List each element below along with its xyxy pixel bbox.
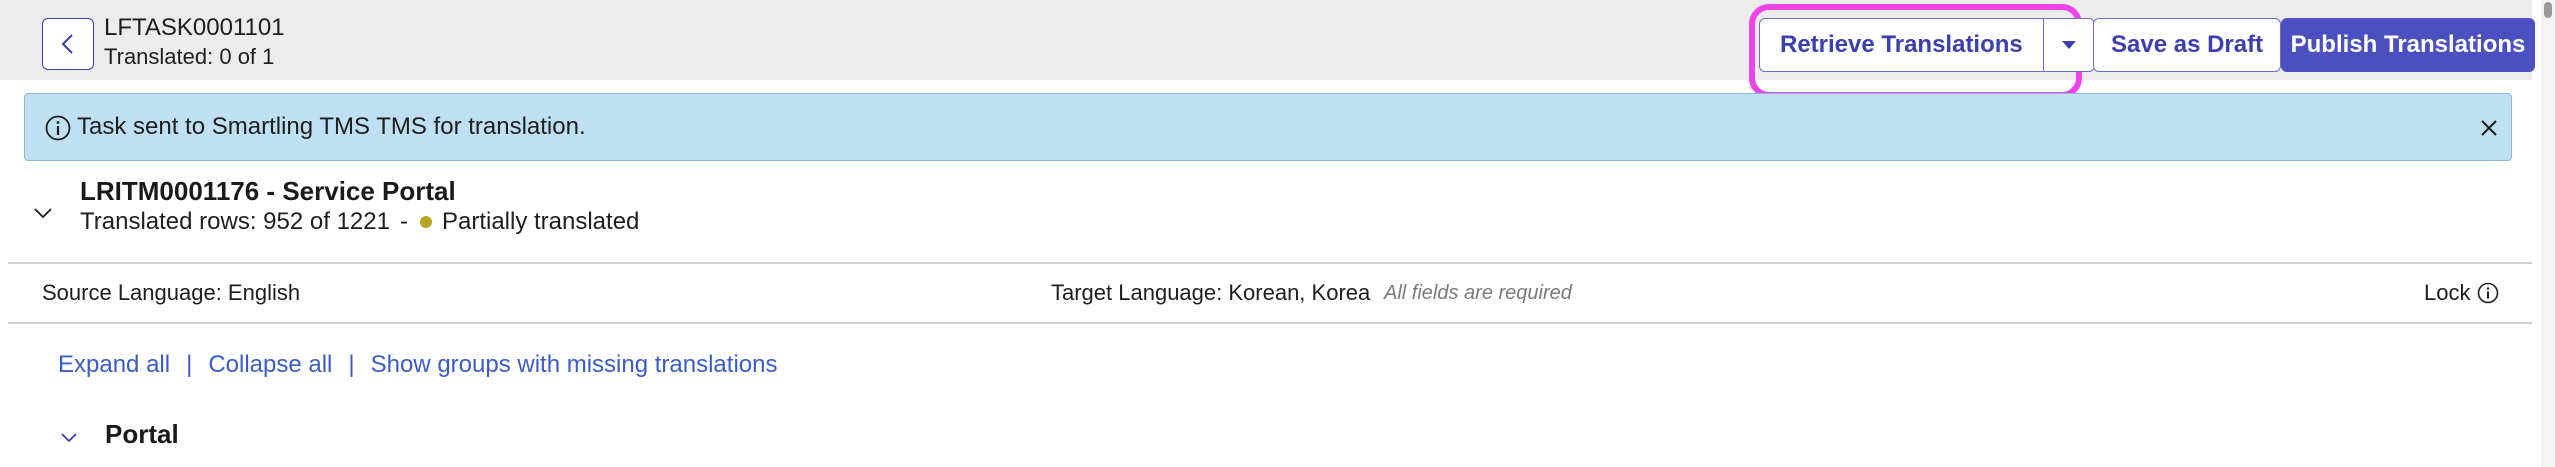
banner-message: Task sent to Smartling TMS TMS for trans… <box>77 113 586 140</box>
required-note: All fields are required <box>1384 282 1572 304</box>
expand-all-link[interactable]: Expand all <box>58 351 170 379</box>
scrollbar-thumb[interactable] <box>2544 2 2552 18</box>
item-rows-count: Translated rows: 952 of 1221 <box>80 208 390 235</box>
back-button[interactable] <box>42 18 94 70</box>
item-status-text: Partially translated <box>441 208 640 235</box>
chevron-left-icon <box>61 34 73 54</box>
info-icon[interactable] <box>2476 281 2500 305</box>
retrieve-translations-button[interactable]: Retrieve Translations <box>1760 19 2044 71</box>
summary-separator: - <box>399 208 408 235</box>
retrieve-options-dropdown[interactable] <box>2044 19 2094 71</box>
chevron-down-icon[interactable] <box>56 424 82 450</box>
scrollbar[interactable] <box>2541 0 2555 467</box>
publish-translations-button[interactable]: Publish Translations <box>2281 18 2535 72</box>
link-separator: | <box>348 351 355 378</box>
info-banner: Task sent to Smartling TMS TMS for trans… <box>24 93 2512 161</box>
source-language: Source Language: English <box>42 280 301 305</box>
save-as-draft-button[interactable]: Save as Draft <box>2093 18 2282 72</box>
chevron-down-icon[interactable] <box>30 200 56 226</box>
retrieve-button-group: Retrieve Translations <box>1759 18 2095 72</box>
group-title-portal: Portal <box>105 419 179 449</box>
lock-control[interactable]: Lock <box>2424 280 2500 306</box>
target-language: Target Language: Korean, Korea <box>1051 280 1371 305</box>
status-dot-icon <box>419 216 432 228</box>
group-controls: Expand all | Collapse all | Show groups … <box>58 351 777 379</box>
collapse-all-link[interactable]: Collapse all <box>208 351 332 379</box>
language-row: Source Language: English Target Language… <box>0 264 2532 322</box>
item-title: LRITM0001176 - Service Portal <box>80 176 456 206</box>
task-id: LFTASK0001101 <box>104 14 285 41</box>
lock-label: Lock <box>2424 280 2471 305</box>
show-missing-groups-link[interactable]: Show groups with missing translations <box>371 351 778 379</box>
close-icon[interactable] <box>2475 114 2503 142</box>
info-icon <box>45 115 71 141</box>
link-separator: | <box>186 351 193 378</box>
item-translation-summary: Translated rows: 952 of 1221 - Partially… <box>80 208 639 236</box>
task-translated-status: Translated: 0 of 1 <box>104 44 275 69</box>
caret-down-icon <box>2061 41 2076 49</box>
divider <box>8 322 2532 324</box>
